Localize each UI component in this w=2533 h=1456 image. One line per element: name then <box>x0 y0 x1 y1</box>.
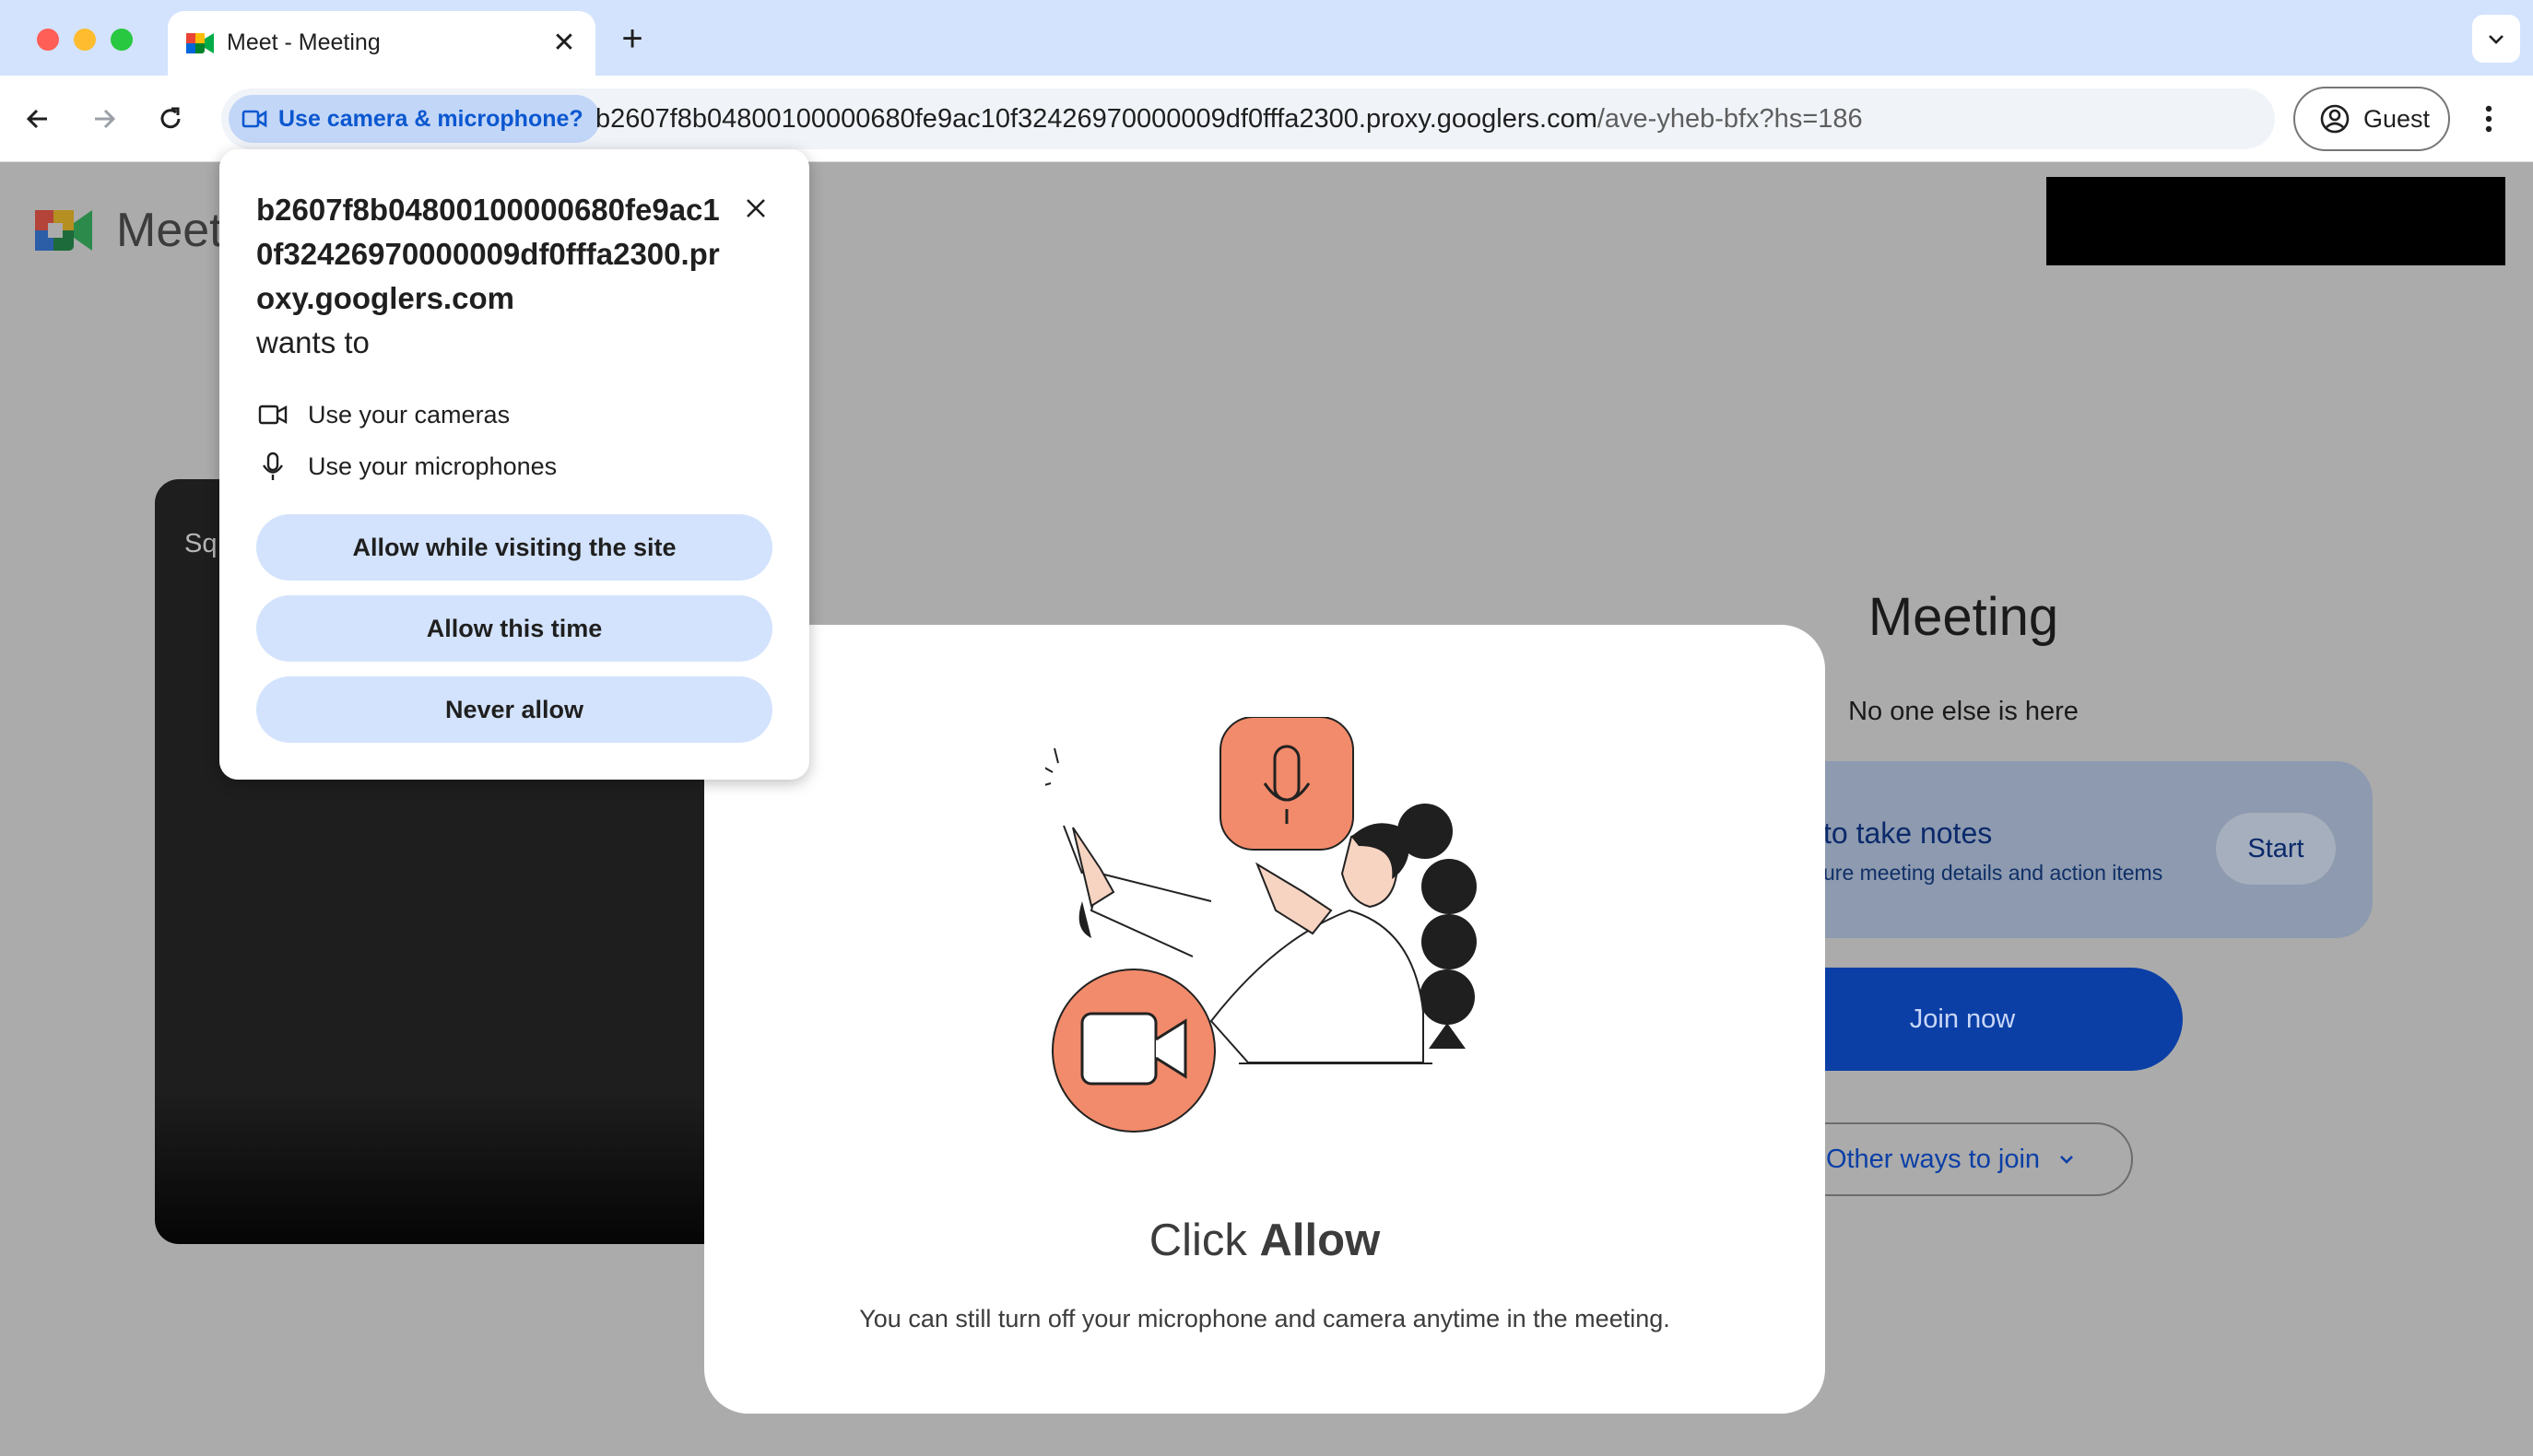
redacted-block <box>2046 177 2505 265</box>
permission-chip-label: Use camera & microphone? <box>278 105 583 132</box>
permission-item-label: Use your cameras <box>308 400 511 429</box>
window-maximize-button[interactable] <box>111 29 133 51</box>
back-button[interactable] <box>15 96 61 142</box>
url-path: /ave-yheb-bfx?hs=186 <box>1596 104 1863 134</box>
permission-item-camera: Use your cameras <box>258 396 510 433</box>
permission-chip[interactable]: Use camera & microphone? <box>229 95 600 143</box>
videocam-icon <box>258 405 288 425</box>
allow-while-visiting-button[interactable]: Allow while visiting the site <box>256 514 772 581</box>
permission-close-button[interactable] <box>737 190 774 227</box>
permission-origin: b2607f8b04800100000680fe9ac10f3242697000… <box>256 193 720 315</box>
tab-title: Meet - Meeting <box>227 29 381 55</box>
self-name-label: Sq <box>184 529 218 558</box>
close-icon <box>747 199 765 217</box>
tab-meet-meeting[interactable]: Meet - Meeting ✕ <box>168 11 595 76</box>
url-host: b2607f8b04800100000680fe9ac10f3242697000… <box>595 104 1597 134</box>
chevron-down-icon <box>2060 1156 2073 1164</box>
new-tab-button[interactable]: + <box>612 18 653 59</box>
permission-wants-to: wants to <box>256 325 370 359</box>
forward-button[interactable] <box>81 96 127 142</box>
url-text[interactable]: b2607f8b04800100000680fe9ac10f3242697000… <box>595 88 1863 149</box>
notes-title: to take notes <box>1823 816 1993 850</box>
chevron-down-icon <box>2489 35 2504 44</box>
tab-strip: Meet - Meeting ✕ + <box>0 0 2533 76</box>
meet-favicon-icon <box>186 33 214 53</box>
more-vert-icon <box>2485 105 2492 133</box>
tab-search-button[interactable] <box>2472 15 2520 63</box>
videocam-icon <box>242 110 267 128</box>
window-minimize-button[interactable] <box>74 29 96 51</box>
take-notes-card: to take notes ure meeting details and ac… <box>1742 761 2373 938</box>
profile-icon <box>2320 104 2350 134</box>
meeting-title: Meeting <box>1867 587 2059 647</box>
meet-logo-icon <box>35 210 92 251</box>
notes-subtitle: ure meeting details and action items <box>1823 861 2163 885</box>
browser-menu-button[interactable] <box>2470 96 2507 142</box>
mic-icon <box>263 452 283 480</box>
address-bar[interactable]: Use camera & microphone? b2607f8b0480010… <box>221 88 2275 149</box>
profile-button[interactable]: Guest <box>2293 87 2450 151</box>
forward-icon <box>95 109 116 129</box>
notes-start-button[interactable]: Start <box>2216 813 2336 885</box>
back-icon <box>26 109 47 129</box>
window-close-button[interactable] <box>37 29 59 51</box>
permission-illustration <box>1045 717 1477 1133</box>
permission-prompt: b2607f8b04800100000680fe9ac10f3242697000… <box>219 149 809 780</box>
reload-icon <box>160 107 181 129</box>
never-allow-button[interactable]: Never allow <box>256 676 772 743</box>
other-ways-label: Other ways to join <box>1825 1144 2041 1174</box>
click-allow-heading: Click Allow <box>704 1215 1825 1266</box>
click-allow-dialog: Click Allow You can still turn off your … <box>704 625 1825 1414</box>
tab-close-icon[interactable]: ✕ <box>546 25 583 62</box>
meet-wordmark: Meet <box>116 204 223 257</box>
reload-button[interactable] <box>147 96 194 142</box>
permission-item-label: Use your microphones <box>308 452 558 480</box>
click-allow-body: You can still turn off your microphone a… <box>859 1305 1670 1333</box>
allow-this-time-button[interactable]: Allow this time <box>256 595 772 662</box>
heading-prefix: Click <box>1149 1215 1260 1265</box>
heading-bold: Allow <box>1259 1215 1381 1265</box>
profile-label: Guest <box>2363 104 2431 133</box>
permission-item-microphone: Use your microphones <box>258 448 557 485</box>
